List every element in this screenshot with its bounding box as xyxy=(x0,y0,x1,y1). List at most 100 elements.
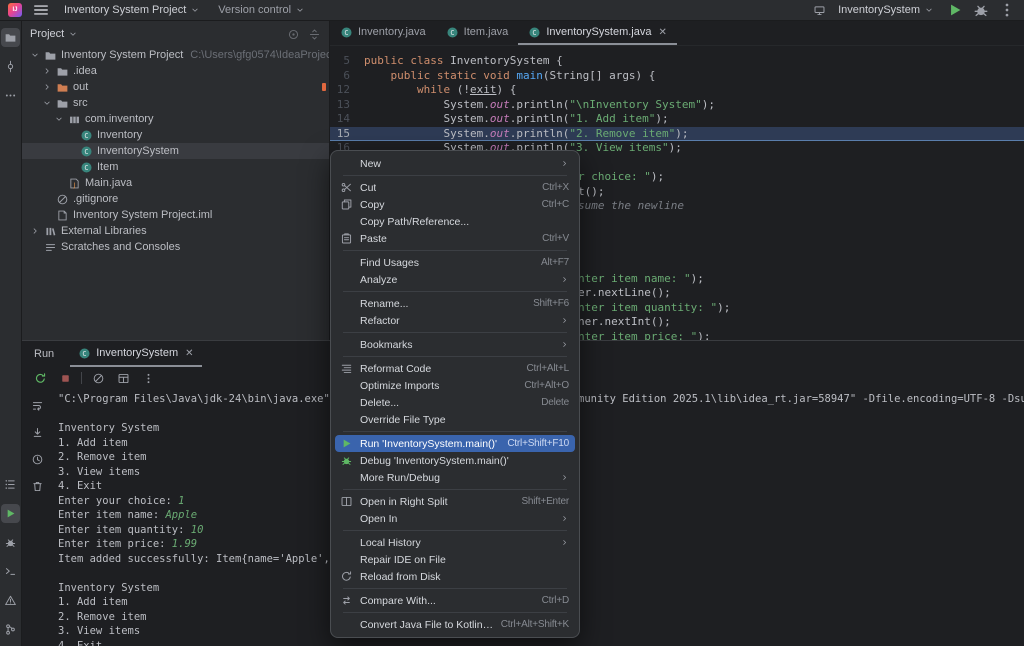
menu-item-delete[interactable]: Delete...Delete xyxy=(335,394,575,411)
menu-item-run-inventorysystem-main[interactable]: Run 'InventorySystem.main()'Ctrl+Shift+F… xyxy=(335,435,575,452)
run-panel-title[interactable]: Run xyxy=(34,341,54,367)
editor-tab-inventory-java[interactable]: CInventory.java xyxy=(330,21,436,45)
code-fragment: t(); xyxy=(578,185,605,200)
menu-item-reload-from-disk[interactable]: Reload from Disk xyxy=(335,568,575,585)
run-config-widget[interactable]: InventorySystem xyxy=(834,2,938,18)
tree-item-label: Item xyxy=(97,161,118,173)
line-number[interactable]: 6 xyxy=(330,69,364,84)
console-scroll-to-end-button[interactable] xyxy=(28,423,46,441)
tree-item-item[interactable]: CItem xyxy=(22,159,329,175)
console-more-options-button[interactable] xyxy=(139,369,157,387)
run-tab-inventorysystem[interactable]: CInventorySystem✕ xyxy=(70,341,201,367)
tree-item-com-inventory[interactable]: com.inventory xyxy=(22,111,329,127)
chev-down-icon xyxy=(54,114,64,124)
menu-item-paste[interactable]: PasteCtrl+V xyxy=(335,230,575,247)
menu-item-shortcut: Ctrl+Alt+L xyxy=(527,363,569,374)
line-number[interactable]: 12 xyxy=(330,83,364,98)
project-panel-title[interactable]: Project xyxy=(30,28,64,40)
project-widget[interactable]: Inventory System Project xyxy=(60,2,204,18)
menu-item-icon-slot xyxy=(339,454,354,467)
code-line: 5public class InventorySystem { xyxy=(330,54,1024,69)
code-token: r choice: " xyxy=(578,170,651,183)
line-number[interactable]: 15 xyxy=(330,127,364,142)
tree-item--gitignore[interactable]: .gitignore xyxy=(22,191,329,207)
editor-tab-inventorysystem-java[interactable]: CInventorySystem.java✕ xyxy=(518,21,677,45)
editor-tab-bar: CInventory.javaCItem.javaCInventorySyste… xyxy=(330,21,1024,46)
tree-item-icon xyxy=(66,113,82,126)
menu-item-convert-java-file-to-kotlin-file[interactable]: Convert Java File to Kotlin FileCtrl+Alt… xyxy=(335,616,575,633)
code-fragment: nter item name: "); xyxy=(578,272,704,287)
tree-item-external-libraries[interactable]: External Libraries xyxy=(22,223,329,239)
tree-item-label: .idea xyxy=(73,65,97,77)
tree-item-out[interactable]: out xyxy=(22,79,329,95)
line-number[interactable]: 14 xyxy=(330,112,364,127)
menu-item-open-in-right-split[interactable]: Open in Right SplitShift+Enter xyxy=(335,493,575,510)
menu-item-bookmarks[interactable]: Bookmarks xyxy=(335,336,575,353)
close-tab-icon[interactable]: ✕ xyxy=(658,27,666,38)
menu-item-copy-path-reference[interactable]: Copy Path/Reference... xyxy=(335,213,575,230)
tree-item-src[interactable]: src xyxy=(22,95,329,111)
more-actions-button[interactable] xyxy=(998,1,1016,19)
code-token: .println( xyxy=(510,98,570,113)
tree-item-inventory-system-project[interactable]: Inventory System ProjectC:\Users\gfg0574… xyxy=(22,47,329,63)
menu-item-refactor[interactable]: Refactor xyxy=(335,312,575,329)
tree-item-inventory[interactable]: CInventory xyxy=(22,127,329,143)
menu-item-shortcut: Shift+F6 xyxy=(533,298,569,309)
console-layout-settings-button[interactable] xyxy=(114,369,132,387)
menu-item-copy[interactable]: CopyCtrl+C xyxy=(335,196,575,213)
tool-window-button-structure[interactable] xyxy=(1,475,20,494)
console-soft-wrap-button[interactable] xyxy=(28,396,46,414)
code-line: 13 System.out.println("\nInventory Syste… xyxy=(330,98,1024,113)
tree-item-inventory-system-project-iml[interactable]: Inventory System Project.iml xyxy=(22,207,329,223)
menu-item-label: Open in Right Split xyxy=(360,496,448,508)
menu-item-label: Optimize Imports xyxy=(360,380,439,392)
menu-item-right: Ctrl+Shift+F10 xyxy=(507,438,569,449)
rerun-icon xyxy=(34,372,47,385)
console-clear-all-button[interactable] xyxy=(28,477,46,495)
console-stop-button[interactable] xyxy=(56,369,74,387)
menu-item-find-usages[interactable]: Find UsagesAlt+F7 xyxy=(335,254,575,271)
run-button[interactable] xyxy=(946,1,964,19)
tree-item-main-java[interactable]: JMain.java xyxy=(22,175,329,191)
tool-window-button-problems[interactable] xyxy=(1,591,20,610)
menu-item-right: Ctrl+V xyxy=(542,233,569,244)
intellij-logo[interactable]: IJ xyxy=(8,3,22,17)
menu-item-repair-ide-on-file[interactable]: Repair IDE on File xyxy=(335,551,575,568)
close-tab-icon[interactable]: ✕ xyxy=(185,348,193,359)
tree-item-scratches-and-consoles[interactable]: Scratches and Consoles xyxy=(22,239,329,255)
select-opened-file-button[interactable] xyxy=(287,28,300,41)
editor-tab-item-java[interactable]: CItem.java xyxy=(436,21,519,45)
menu-item-optimize-imports[interactable]: Optimize ImportsCtrl+Alt+O xyxy=(335,377,575,394)
tool-window-button-debug[interactable] xyxy=(1,533,20,552)
tool-window-button-commit[interactable] xyxy=(1,57,20,76)
menu-item-debug-inventorysystem-main[interactable]: Debug 'InventorySystem.main()' xyxy=(335,452,575,469)
menu-item-reformat-code[interactable]: Reformat CodeCtrl+Alt+L xyxy=(335,360,575,377)
version-control-widget[interactable]: Version control xyxy=(214,2,309,18)
menu-item-open-in[interactable]: Open In xyxy=(335,510,575,527)
menu-item-new[interactable]: New xyxy=(335,155,575,172)
menu-item-local-history[interactable]: Local History xyxy=(335,534,575,551)
tree-item-inventorysystem[interactable]: CInventorySystem xyxy=(22,143,329,159)
menu-item-icon-slot xyxy=(339,594,354,607)
tool-window-button-project[interactable] xyxy=(1,28,20,47)
tool-window-button-run[interactable] xyxy=(1,504,20,523)
menu-item-analyze[interactable]: Analyze xyxy=(335,271,575,288)
tree-item--idea[interactable]: .idea xyxy=(22,63,329,79)
menu-item-compare-with[interactable]: Compare With...Ctrl+D xyxy=(335,592,575,609)
tree-item-icon: C xyxy=(78,145,94,158)
debug-button[interactable] xyxy=(972,1,990,19)
console-history-button[interactable] xyxy=(28,450,46,468)
console-rerun-button[interactable] xyxy=(31,369,49,387)
line-number[interactable]: 13 xyxy=(330,98,364,113)
tool-window-button-terminal[interactable] xyxy=(1,562,20,581)
line-number[interactable]: 5 xyxy=(330,54,364,69)
menu-item-override-file-type[interactable]: Override File Type xyxy=(335,411,575,428)
menu-item-more-run-debug[interactable]: More Run/Debug xyxy=(335,469,575,486)
tool-window-button-more-tools[interactable] xyxy=(1,86,20,105)
main-menu-button[interactable] xyxy=(32,1,50,19)
menu-item-rename[interactable]: Rename...Shift+F6 xyxy=(335,295,575,312)
console-clear-output-button[interactable] xyxy=(89,369,107,387)
collapse-all-button[interactable] xyxy=(308,28,321,41)
tool-window-button-version-control[interactable] xyxy=(1,620,20,639)
menu-item-cut[interactable]: CutCtrl+X xyxy=(335,179,575,196)
